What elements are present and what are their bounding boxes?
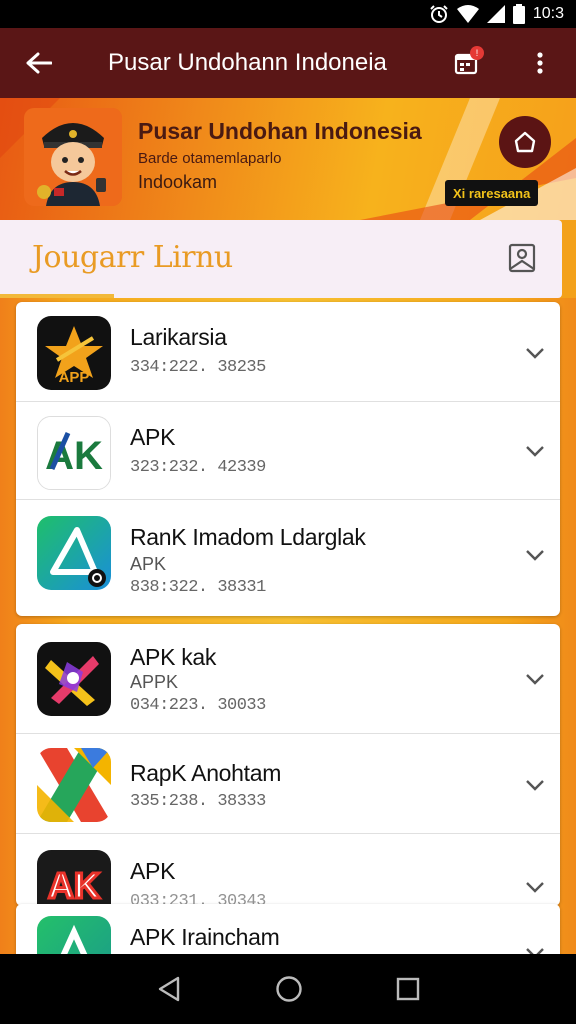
list-header-title: Jougarr Lirnu — [32, 240, 233, 275]
app-subtitle: APK — [130, 554, 167, 574]
colorful-x-icon — [37, 642, 111, 716]
app-name: APK — [130, 858, 176, 884]
police-mascot-avatar — [24, 108, 122, 206]
back-button[interactable] — [0, 28, 78, 98]
app-subtitle: APPK — [130, 672, 179, 692]
app-card-group: APK kak APPK 034:223. 30033 RapK Anohtam… — [16, 624, 560, 906]
system-nav-bar — [0, 954, 576, 1024]
chevron-down-icon[interactable] — [524, 876, 546, 898]
ak-logo-icon: AK — [37, 416, 111, 490]
nav-back-icon[interactable] — [156, 975, 182, 1003]
wifi-icon — [456, 5, 479, 23]
app-name: APK Iraincham — [130, 924, 280, 950]
banner-name: Indookam — [138, 172, 218, 192]
status-time: 10:3 — [532, 5, 564, 22]
green-triangle-icon — [37, 516, 111, 590]
banner-subtitle: Barde otamemlaparlo — [138, 150, 282, 167]
list-item[interactable]: RanK Imadom Ldarglak APK 838:322. 38331 — [16, 500, 560, 616]
home-icon — [514, 131, 536, 153]
app-card-group: APP Larikarsia 334:222. 38235 AK APK 323… — [16, 302, 560, 616]
alarm-icon — [430, 5, 448, 23]
app-number: 034:223. 30033 — [130, 696, 266, 715]
app-name: APK — [130, 424, 176, 450]
list-item[interactable]: APP Larikarsia 334:222. 38235 — [16, 302, 560, 402]
nav-home-icon[interactable] — [275, 975, 303, 1003]
bookmark-icon[interactable] — [506, 242, 538, 274]
nav-recents-icon[interactable] — [396, 977, 420, 1001]
list-header: Jougarr Lirnu — [0, 220, 562, 298]
battery-icon — [512, 4, 525, 24]
banner-title: Pusar Undohan Indonesia — [138, 118, 422, 144]
promo-banner: Pusar Undohan Indonesia Barde otamemlapa… — [0, 98, 576, 220]
ak-red-icon: AK — [37, 850, 111, 906]
svg-text:AK: AK — [45, 434, 103, 478]
app-bar: Pusar Undohann Indoneia ! — [0, 28, 576, 98]
app-number: 838:322. 38331 — [130, 578, 266, 597]
app-name: Larikarsia — [130, 324, 227, 350]
chevron-down-icon[interactable] — [524, 774, 546, 796]
chevron-down-icon[interactable] — [524, 440, 546, 462]
app-number: 335:238. 38333 — [130, 792, 266, 811]
google-like-x-icon — [37, 748, 111, 822]
signal-icon — [486, 5, 505, 23]
app-name: APK kak — [130, 644, 217, 670]
list-item[interactable]: AK APK 323:232. 42339 — [16, 402, 560, 500]
list-item[interactable]: AK APK 033:231. 30343 — [16, 834, 560, 906]
app-bar-title: Pusar Undohann Indoneia — [108, 49, 387, 76]
app-star-icon: APP — [37, 316, 111, 390]
app-number: 323:232. 42339 — [130, 458, 266, 477]
list-item[interactable]: APK kak APPK 034:223. 30033 — [16, 624, 560, 734]
app-name: RanK Imadom Ldarglak — [130, 524, 366, 550]
chevron-down-icon[interactable] — [524, 668, 546, 690]
home-button[interactable] — [499, 116, 551, 168]
arrow-left-icon — [26, 52, 52, 74]
calendar-button[interactable]: ! — [446, 28, 486, 98]
list-item[interactable]: RapK Anohtam 335:238. 38333 — [16, 734, 560, 834]
more-options-button[interactable] — [520, 28, 560, 98]
svg-text:APP: APP — [59, 369, 90, 386]
chevron-down-icon[interactable] — [524, 544, 546, 566]
app-name: RapK Anohtam — [130, 760, 282, 786]
notification-badge: ! — [470, 46, 484, 60]
banner-badge[interactable]: Xi raresaana — [445, 180, 539, 206]
more-vert-icon — [537, 52, 543, 74]
status-bar: 10:3 — [0, 0, 576, 28]
app-number: 334:222. 38235 — [130, 358, 266, 377]
chevron-down-icon[interactable] — [524, 342, 546, 364]
svg-text:AK: AK — [48, 865, 100, 906]
